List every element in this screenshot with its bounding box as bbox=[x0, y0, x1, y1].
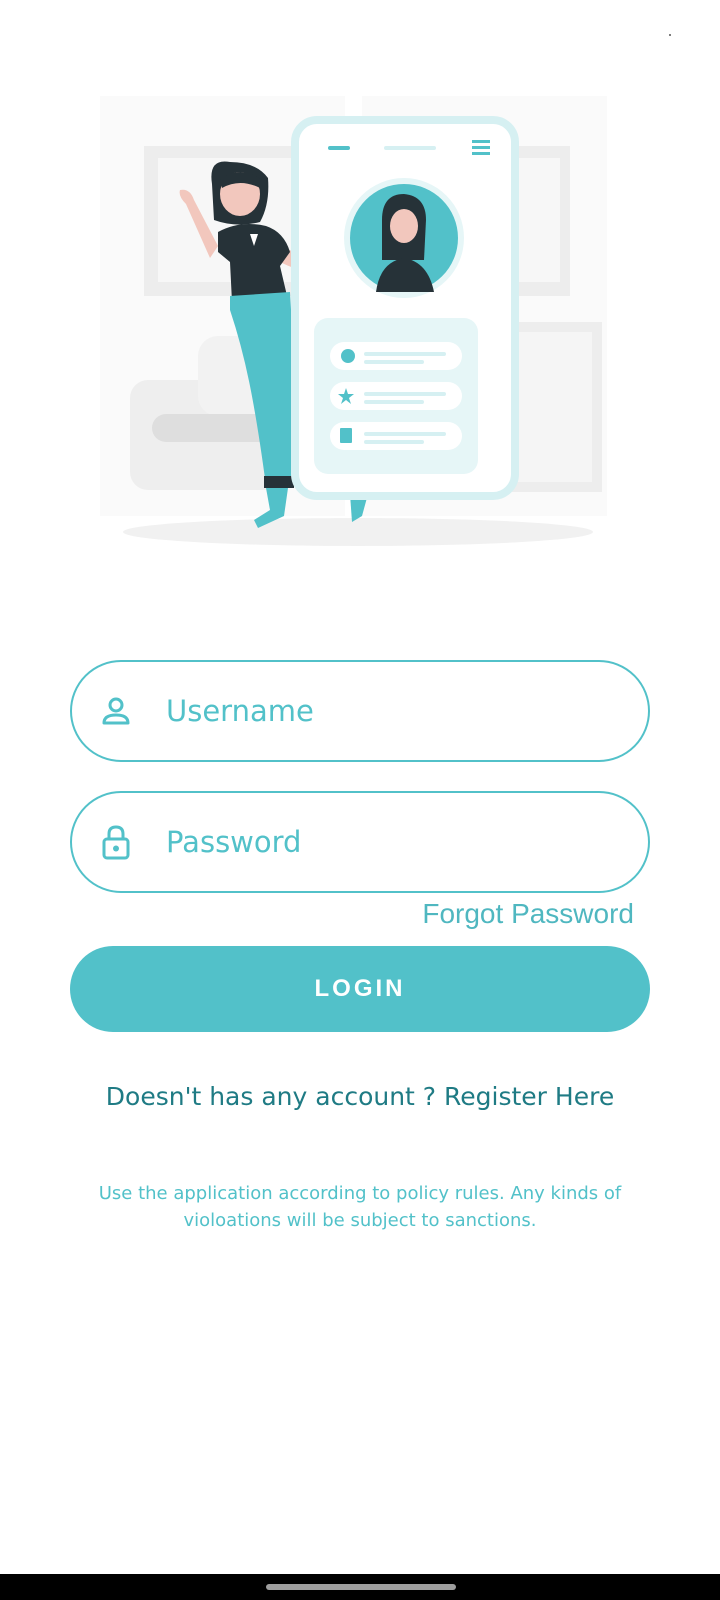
login-illustration bbox=[100, 96, 620, 566]
home-gesture-handle[interactable] bbox=[266, 1584, 456, 1590]
register-prompt: Doesn't has any account ? Register Here bbox=[0, 1082, 720, 1111]
lock-icon bbox=[94, 820, 138, 864]
policy-notice: Use the application according to policy … bbox=[98, 1183, 622, 1231]
user-icon bbox=[94, 689, 138, 733]
username-field[interactable] bbox=[70, 660, 650, 762]
register-prompt-text: Doesn't has any account ? bbox=[105, 1082, 437, 1111]
register-here-link[interactable]: Register Here bbox=[444, 1082, 614, 1111]
password-field[interactable] bbox=[70, 791, 650, 893]
forgot-password-link[interactable]: Forgot Password bbox=[422, 898, 634, 930]
woman-with-phone-illustration bbox=[100, 96, 607, 546]
username-input[interactable] bbox=[166, 681, 606, 741]
password-input[interactable] bbox=[166, 812, 606, 872]
status-indicator-dot bbox=[669, 34, 671, 36]
login-button[interactable]: LOGIN bbox=[70, 946, 650, 1032]
